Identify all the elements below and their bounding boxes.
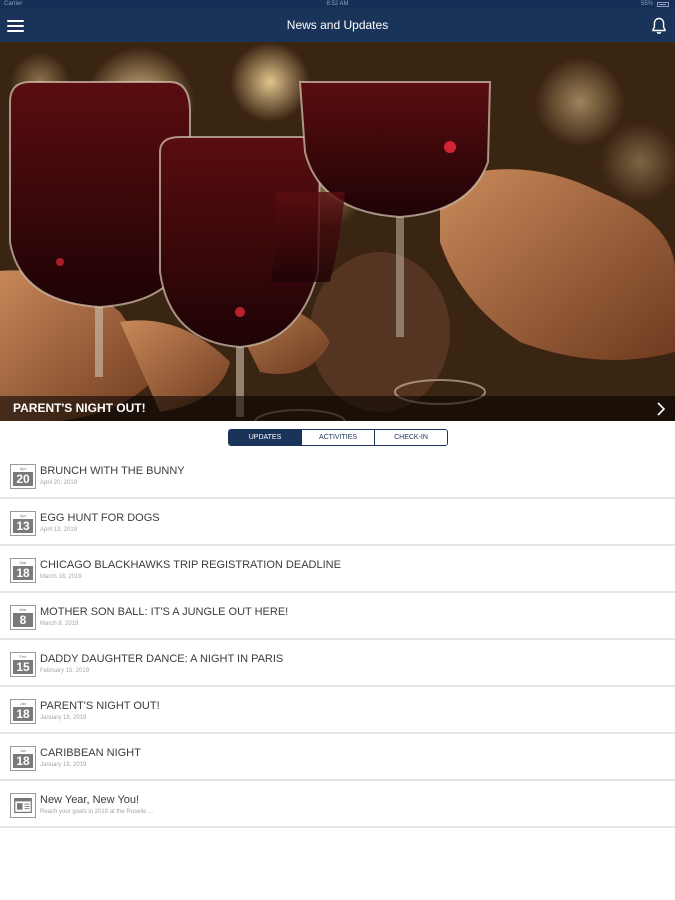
item-title: PARENT'S NIGHT OUT! [40,700,160,712]
calendar-month: Apr [19,466,27,471]
calendar-month: Apr [19,513,27,518]
calendar-day: 15 [13,660,33,674]
battery-percent: 55% [640,1,653,7]
item-date: April 13, 2019 [40,527,78,533]
item-summary: Reach your goals in 2019 at the Roselle … [40,809,154,815]
calendar-day: 20 [13,472,33,486]
calendar-month: Jan [19,748,27,753]
calendar-day: 8 [13,613,33,627]
calendar-icon: Jan 18 [10,699,36,724]
item-title: New Year, New You! [40,794,140,806]
bell-icon[interactable] [651,17,667,35]
item-date: March 18, 2019 [40,574,82,580]
item-title: EGG HUNT FOR DOGS [40,512,160,524]
calendar-day: 18 [13,707,33,721]
list-item[interactable]: Apr 13 EGG HUNT FOR DOGS April 13, 2019 [0,499,675,546]
item-date: April 20, 2019 [40,480,78,486]
battery-icon [657,2,669,7]
calendar-month: Jan [19,701,27,706]
tab-check-in[interactable]: CHECK-IN [374,430,447,445]
featured-banner[interactable]: PARENT'S NIGHT OUT! [0,42,675,421]
item-date: January 18, 2019 [40,715,87,721]
list-item[interactable]: Jan 18 PARENT'S NIGHT OUT! January 18, 2… [0,687,675,734]
calendar-icon: Apr 20 [10,464,36,489]
clock: 8:52 AM [326,1,349,7]
wine-toast-photo [0,42,675,421]
calendar-icon: Mar 8 [10,605,36,630]
item-title: CARIBBEAN NIGHT [40,747,141,759]
segmented-control: UPDATES ACTIVITIES CHECK-IN [228,429,448,446]
item-title: CHICAGO BLACKHAWKS TRIP REGISTRATION DEA… [40,559,341,571]
newspaper-icon [10,793,36,818]
item-title: DADDY DAUGHTER DANCE: A NIGHT IN PARIS [40,653,284,665]
calendar-month: Mar [19,607,27,612]
calendar-icon: Apr 13 [10,511,36,536]
page-title: News and Updates [286,18,389,32]
calendar-day: 18 [13,754,33,768]
updates-list: Apr 20 BRUNCH WITH THE BUNNY April 20, 2… [0,452,675,828]
calendar-icon: Jan 18 [10,746,36,771]
list-item[interactable]: Jan 18 CARIBBEAN NIGHT January 18, 2019 [0,734,675,781]
item-date: January 18, 2019 [40,762,87,768]
item-title: BRUNCH WITH THE BUNNY [40,465,185,477]
tab-activities[interactable]: ACTIVITIES [301,430,374,445]
list-item[interactable]: Mar 18 CHICAGO BLACKHAWKS TRIP REGISTRAT… [0,546,675,593]
list-item[interactable]: Feb 15 DADDY DAUGHTER DANCE: A NIGHT IN … [0,640,675,687]
item-date: February 15, 2019 [40,668,90,674]
list-item[interactable]: Apr 20 BRUNCH WITH THE BUNNY April 20, 2… [0,452,675,499]
status-bar: Carrier 8:52 AM 55% [0,0,675,9]
list-item[interactable]: Mar 8 MOTHER SON BALL: IT'S A JUNGLE OUT… [0,593,675,640]
list-item-news[interactable]: New Year, New You! Reach your goals in 2… [0,781,675,828]
chevron-right-icon[interactable] [656,402,666,416]
item-title: MOTHER SON BALL: IT'S A JUNGLE OUT HERE! [40,606,289,618]
calendar-icon: Feb 15 [10,652,36,677]
calendar-month: Mar [19,560,27,565]
calendar-month: Feb [19,654,27,659]
item-date: March 8, 2019 [40,621,79,627]
calendar-day: 13 [13,519,33,533]
calendar-icon: Mar 18 [10,558,36,583]
calendar-day: 18 [13,566,33,580]
tab-updates[interactable]: UPDATES [229,430,301,445]
nav-bar: News and Updates [0,9,675,42]
banner-caption-bar: PARENT'S NIGHT OUT! [0,396,675,421]
banner-title: PARENT'S NIGHT OUT! [13,401,146,415]
